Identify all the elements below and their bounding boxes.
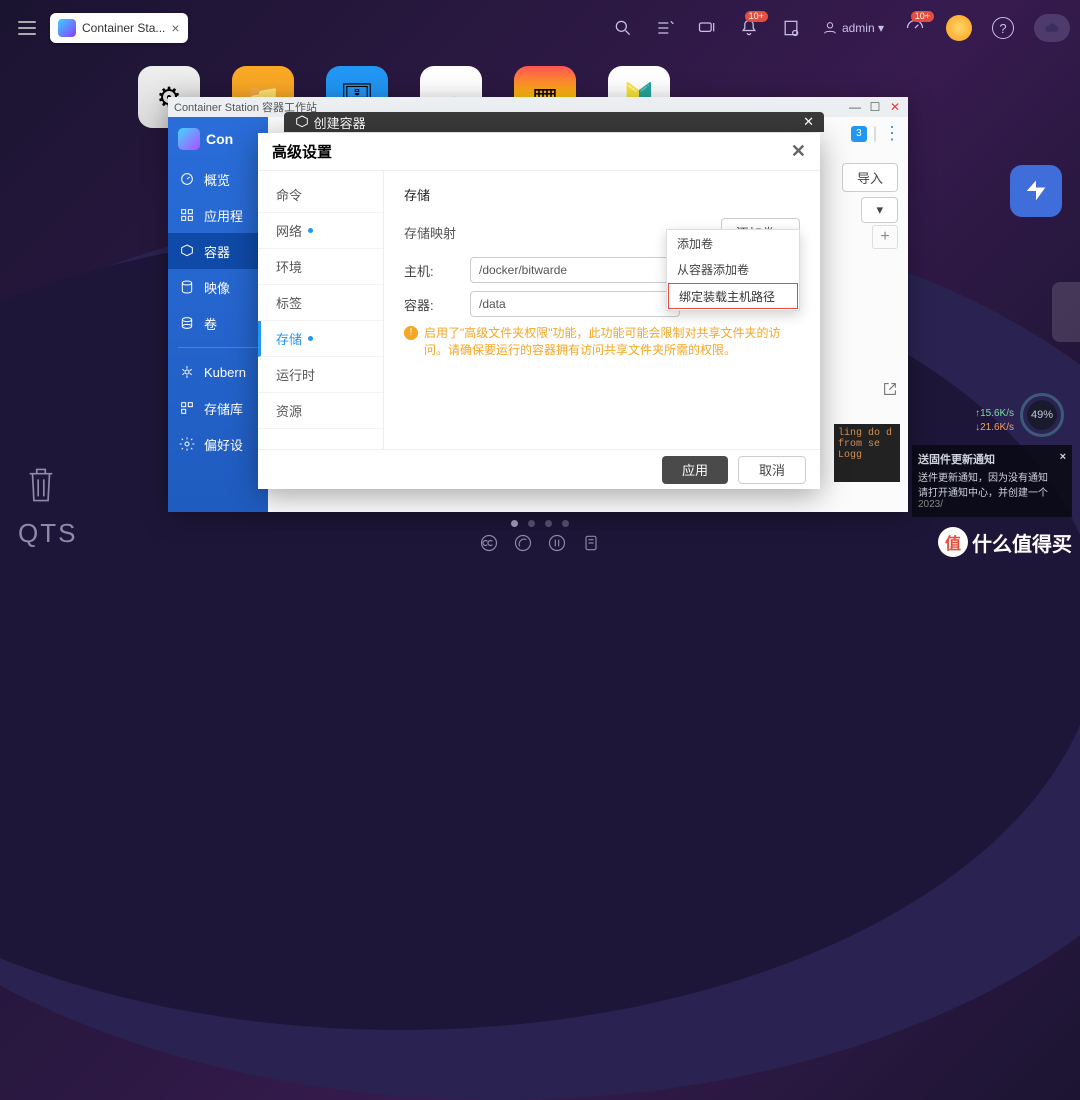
container-label: 容器: — [404, 295, 452, 314]
nav-containers[interactable]: 容器 — [168, 233, 268, 269]
close-icon[interactable]: ✕ — [888, 100, 902, 114]
avatar[interactable] — [946, 15, 972, 41]
user-menu[interactable]: admin ▾ — [822, 20, 884, 36]
network-speed: ↑15.6K/s↓21.6K/s — [975, 407, 1014, 435]
resource-gauge[interactable]: 49% — [1020, 393, 1064, 437]
toast-body: 送件更新通知，因为没有通知 请打开通知中心，并创建一个 — [918, 469, 1066, 499]
toast-title: 送固件更新通知 — [918, 451, 995, 467]
cs-logo: Con — [168, 117, 268, 161]
modal-header: 高级设置 ✕ — [258, 133, 820, 171]
nav-apps[interactable]: 应用程 — [168, 197, 268, 233]
cast-icon[interactable] — [513, 533, 533, 553]
watermark: 值什么值得买 — [938, 527, 1072, 557]
cloud-icon[interactable] — [1034, 14, 1070, 42]
import-button[interactable]: 导入 — [842, 163, 898, 192]
permission-warning: ! 启用了"高级文件夹权限"功能，此功能可能会限制对共享文件夹的访问。请确保要运… — [404, 325, 800, 359]
notification-badge: 10+ — [745, 11, 768, 22]
window-tab[interactable]: Container Sta... × — [50, 13, 188, 43]
os-brand: QTS — [18, 518, 77, 549]
search-icon[interactable] — [612, 17, 634, 39]
storage-pane: 存储 存储映射 添加卷 ▴ 主机: 容器: ! 启用了"高级文件夹权限"功能，此… — [384, 171, 820, 449]
tasks-icon[interactable] — [654, 17, 676, 39]
menu-add-volume[interactable]: 添加卷 — [667, 230, 799, 256]
tab-runtime[interactable]: 运行时 — [258, 357, 383, 393]
add-column-button[interactable]: + — [872, 225, 898, 249]
devices-icon[interactable] — [696, 17, 718, 39]
nav-images[interactable]: 映像 — [168, 269, 268, 305]
close-icon[interactable]: × — [1060, 451, 1066, 467]
close-tab-icon[interactable]: × — [171, 20, 179, 36]
create-container-header: 创建容器 ✕ — [284, 112, 824, 132]
bookmark-icon[interactable] — [780, 17, 802, 39]
tab-net[interactable]: 网络 — [258, 213, 383, 249]
pane-heading: 存储 — [404, 185, 800, 204]
warning-text: 启用了"高级文件夹权限"功能，此功能可能会限制对共享文件夹的访问。请确保要运行的… — [424, 325, 800, 359]
close-icon[interactable]: ✕ — [803, 114, 814, 130]
container-station-icon — [58, 19, 76, 37]
tab-env[interactable]: 环境 — [258, 249, 383, 285]
firmware-toast[interactable]: 送固件更新通知 × 送件更新通知，因为没有通知 请打开通知中心，并创建一个 202… — [912, 445, 1072, 517]
nav-overview[interactable]: 概览 — [168, 161, 268, 197]
advanced-settings-modal: 高级设置 ✕ 命令 网络 环境 标签 存储 运行时 资源 存储 存储映射 添加卷… — [258, 133, 820, 489]
warning-icon: ! — [404, 326, 418, 340]
topbar-right: 10+ admin ▾ 10+ ? — [612, 14, 1070, 42]
desktop-pager[interactable] — [511, 520, 569, 527]
cs-sidebar: Con 概览 应用程 容器 映像 卷 Kubern 存储库 偏好设 — [168, 117, 268, 512]
dashboard-icon[interactable]: 10+ — [904, 17, 926, 39]
trash-icon[interactable] — [24, 463, 58, 507]
modal-title: 高级设置 — [272, 141, 332, 162]
toast-date: 2023/ — [918, 499, 1066, 510]
nav-prefs[interactable]: 偏好设 — [168, 426, 268, 462]
open-external-icon[interactable] — [882, 381, 898, 402]
notification-icon[interactable]: 10+ — [738, 17, 760, 39]
host-label: 主机: — [404, 261, 452, 280]
changed-indicator — [308, 228, 313, 233]
tab-res[interactable]: 资源 — [258, 393, 383, 429]
tab-labels[interactable]: 标签 — [258, 285, 383, 321]
log-terminal: ling do d from se Logg — [834, 424, 900, 482]
modal-create-title: 创建容器 — [314, 113, 366, 132]
pause-icon[interactable] — [547, 533, 567, 553]
max-icon[interactable]: ☐ — [868, 100, 882, 114]
changed-indicator — [308, 336, 313, 341]
username: admin ▾ — [842, 21, 884, 35]
menu-bind-mount[interactable]: 绑定装载主机路径 — [668, 283, 798, 309]
cancel-button[interactable]: 取消 — [738, 456, 806, 484]
divider: | — [873, 125, 877, 143]
apply-button[interactable]: 应用 — [662, 456, 728, 484]
tab-storage[interactable]: 存储 — [258, 321, 383, 357]
cc-icon[interactable] — [479, 533, 499, 553]
nav-storage[interactable]: 存储库 — [168, 390, 268, 426]
bottom-tray — [479, 533, 601, 553]
thunder-app-icon[interactable] — [1010, 165, 1062, 217]
count-badge: 3 — [851, 126, 867, 142]
tab-cmd[interactable]: 命令 — [258, 177, 383, 213]
filter-dropdown[interactable]: ▾ — [861, 197, 898, 223]
container-path-input[interactable] — [470, 291, 680, 317]
os-topbar: Container Sta... × 10+ admin ▾ 10+ ? — [0, 0, 1080, 56]
nav-kubernetes[interactable]: Kubern — [168, 354, 268, 390]
tab-label: Container Sta... — [82, 21, 165, 35]
add-volume-menu: 添加卷 从容器添加卷 绑定装载主机路径 — [666, 229, 800, 311]
close-icon[interactable]: ✕ — [791, 141, 806, 162]
modal-footer: 应用 取消 — [258, 449, 820, 489]
help-icon[interactable]: ? — [992, 17, 1014, 39]
mapping-label: 存储映射 — [404, 223, 456, 242]
carousel-next[interactable] — [1052, 282, 1080, 342]
menu-icon[interactable] — [10, 11, 44, 45]
dashboard-badge: 10+ — [911, 11, 934, 22]
note-icon[interactable] — [581, 533, 601, 553]
more-icon[interactable]: ⋮ — [883, 123, 902, 144]
nav-volumes[interactable]: 卷 — [168, 305, 268, 341]
settings-nav: 命令 网络 环境 标签 存储 运行时 资源 — [258, 171, 384, 449]
host-path-input[interactable] — [470, 257, 680, 283]
min-icon[interactable]: — — [848, 100, 862, 114]
menu-add-from-container[interactable]: 从容器添加卷 — [667, 256, 799, 282]
